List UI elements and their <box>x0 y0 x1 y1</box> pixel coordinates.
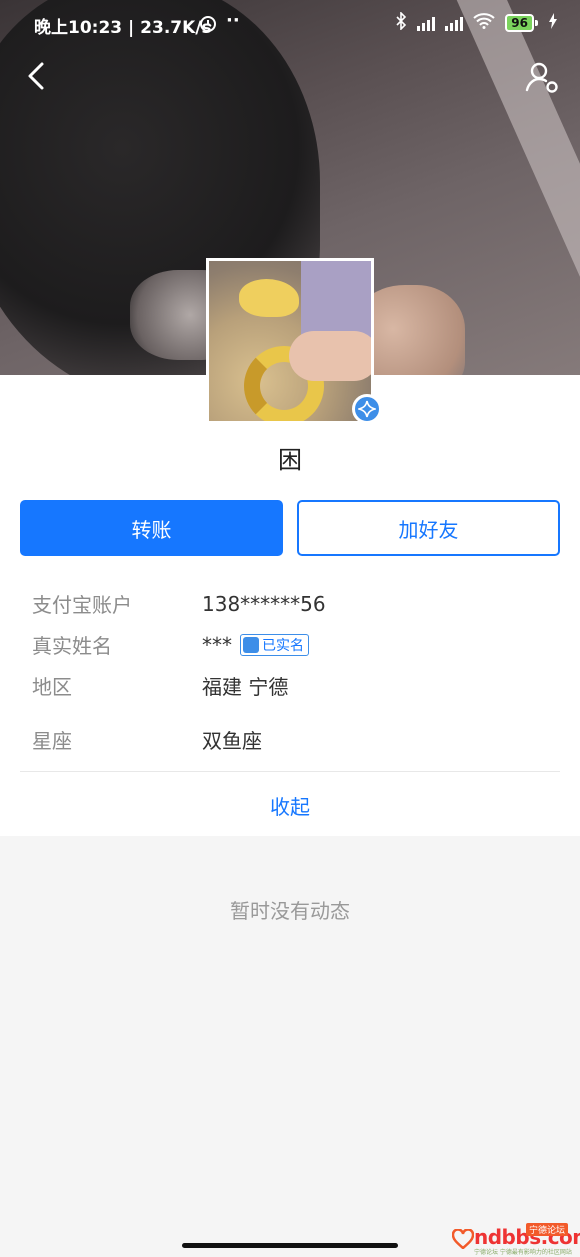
watermark-tag: 宁德论坛 <box>525 1223 568 1236</box>
battery-level: 96 <box>505 13 534 32</box>
wifi-icon <box>473 13 495 32</box>
id-icon <box>243 636 259 653</box>
verified-badge <box>352 394 382 424</box>
account-value: 138******56 <box>202 591 326 616</box>
verified-star-icon <box>358 400 376 418</box>
divider <box>20 771 560 772</box>
status-bar: 晚上10:23 | 23.7K/s ·· 96 <box>0 0 580 46</box>
transfer-button[interactable]: 转账 <box>20 500 283 556</box>
avatar[interactable] <box>206 258 374 424</box>
watermark-logo: ndbbs.com 宁德论坛 宁德论坛 宁德最有影响力的社区网站 <box>452 1223 580 1256</box>
watermark-sub: 宁德论坛 宁德最有影响力的社区网站 <box>474 1249 572 1256</box>
profile-settings-button[interactable] <box>522 58 562 98</box>
heart-icon <box>452 1229 474 1249</box>
signal-hd-icon <box>417 15 436 31</box>
account-label: 支付宝账户 <box>32 593 132 617</box>
empty-feed-text: 暂时没有动态 <box>230 899 350 923</box>
add-friend-button[interactable]: 加好友 <box>297 500 560 556</box>
real-name-value: *** <box>202 632 232 657</box>
zodiac-label: 星座 <box>32 729 72 753</box>
chevron-left-icon <box>28 62 44 90</box>
verified-name-tag-label: 已实名 <box>262 637 304 654</box>
info-row-region: 地区 福建 宁德 <box>32 671 288 700</box>
bluetooth-icon <box>395 11 407 33</box>
verified-name-tag: 已实名 <box>240 633 309 656</box>
user-settings-icon <box>525 62 558 93</box>
zodiac-value: 双鱼座 <box>202 729 262 753</box>
more-icon: ·· <box>226 10 240 31</box>
real-name-label: 真实姓名 <box>32 634 112 658</box>
real-name-value-wrap: *** 已实名 <box>202 633 309 657</box>
back-button[interactable] <box>20 58 56 94</box>
alarm-icon <box>198 13 218 38</box>
status-time: 晚上10:23 | 23.7K/s <box>34 18 212 38</box>
info-row-real-name: 真实姓名 *** 已实名 <box>32 630 309 659</box>
collapse-link[interactable]: 收起 <box>0 791 580 820</box>
region-label: 地区 <box>32 675 72 699</box>
signal-hd-icon <box>445 15 464 31</box>
region-value: 福建 宁德 <box>202 675 289 699</box>
home-indicator[interactable] <box>182 1243 398 1248</box>
info-row-account: 支付宝账户 138******56 <box>32 589 326 618</box>
info-row-zodiac: 星座 双鱼座 <box>32 725 262 754</box>
nickname: 困 <box>278 446 302 474</box>
charging-icon <box>548 13 558 32</box>
battery-icon: 96 <box>505 13 538 32</box>
